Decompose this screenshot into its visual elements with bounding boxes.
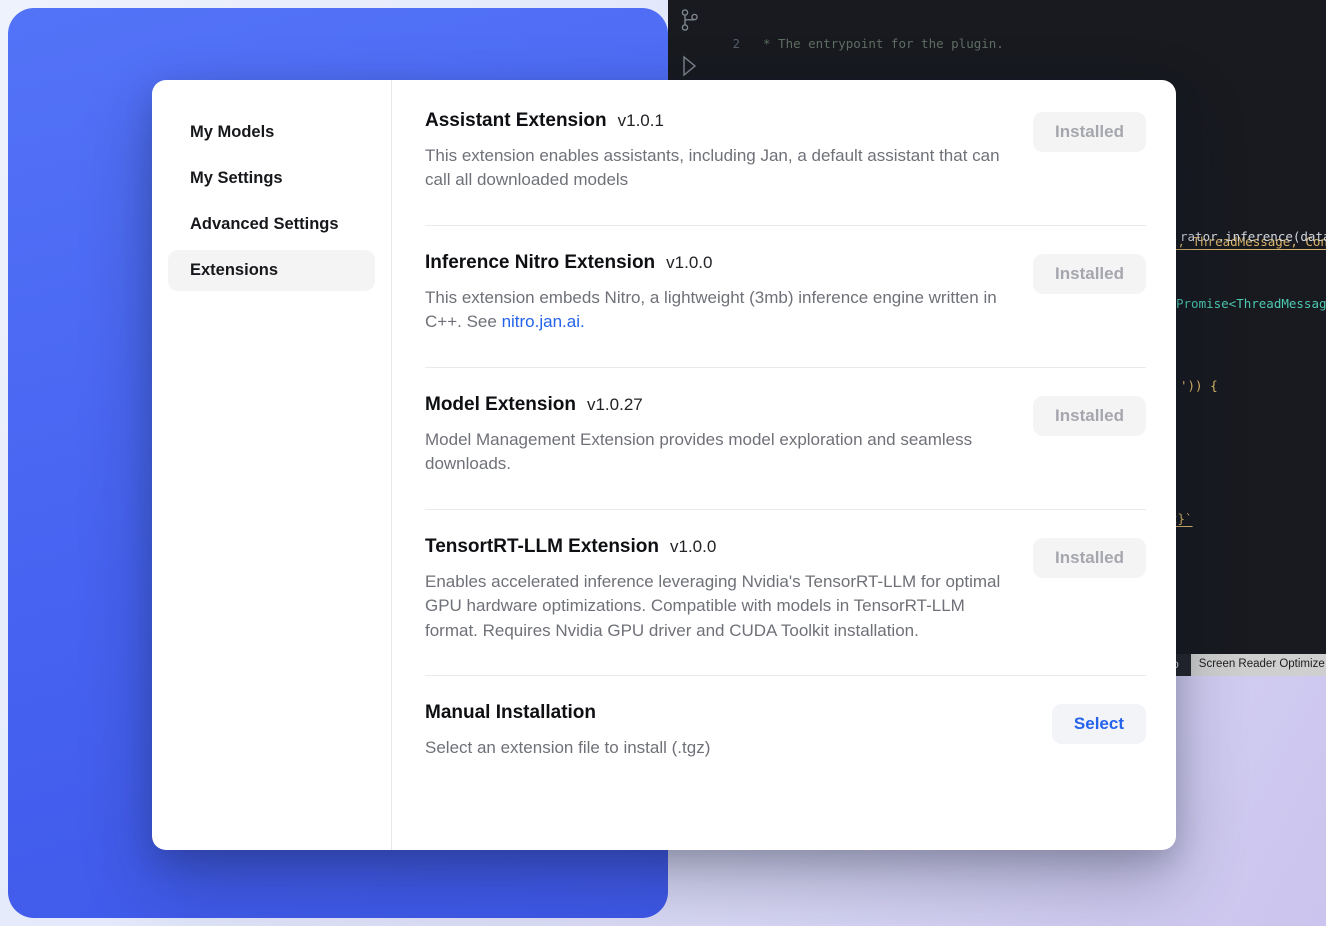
line-number: 2 [718,36,740,53]
manual-installation-title: Manual Installation [425,702,596,724]
extension-description: This extension embeds Nitro, a lightweig… [425,286,1009,335]
extension-name: Model Extension [425,394,576,416]
extension-name: Inference Nitro Extension [425,252,655,274]
extension-info: Model Extension v1.0.27 Model Management… [425,394,1009,477]
screenshot-root: 2 3 4 5 6 * The entrypoint for the plugi… [0,0,1326,926]
assistant-installed-button[interactable]: Installed [1033,112,1146,152]
extension-version: v1.0.27 [587,395,643,415]
git-branch-icon[interactable] [678,8,700,32]
run-debug-icon[interactable] [678,54,700,78]
manual-installation-row: Manual Installation Select an extension … [425,676,1146,792]
code-fragment: rator.inference(data)); [1180,229,1326,246]
extension-row-tensorrt-llm: TensortRT-LLM Extension v1.0.0 Enables a… [425,510,1146,675]
code-fragment: Promise<ThreadMessage> [1176,296,1326,313]
extension-info: TensortRT-LLM Extension v1.0.0 Enables a… [425,536,1009,643]
inference-nitro-installed-button[interactable]: Installed [1033,254,1146,294]
extension-info: Inference Nitro Extension v1.0.0 This ex… [425,252,1009,335]
screen-reader-optimized-chip[interactable]: Screen Reader Optimize [1191,654,1326,676]
manual-install-select-button[interactable]: Select [1052,704,1146,744]
code-fragment: ')) { [1180,378,1218,395]
settings-sidebar: My Models My Settings Advanced Settings … [152,80,391,850]
extensions-list: Assistant Extension v1.0.1 This extensio… [392,80,1176,850]
code-comment: * The entrypoint for the plugin. [756,36,1004,53]
extension-name: Assistant Extension [425,110,607,132]
model-installed-button[interactable]: Installed [1033,396,1146,436]
sidebar-item-my-settings[interactable]: My Settings [168,158,375,199]
tensorrt-llm-installed-button[interactable]: Installed [1033,538,1146,578]
sidebar-item-advanced-settings[interactable]: Advanced Settings [168,204,375,245]
extension-version: v1.0.0 [670,537,716,557]
extension-row-assistant: Assistant Extension v1.0.1 This extensio… [425,90,1146,225]
extension-row-model: Model Extension v1.0.27 Model Management… [425,368,1146,509]
extension-info: Manual Installation Select an extension … [425,702,710,760]
nitro-jan-ai-link[interactable]: nitro.jan.ai. [502,312,585,331]
extension-row-inference-nitro: Inference Nitro Extension v1.0.0 This ex… [425,226,1146,367]
extension-version: v1.0.1 [618,111,664,131]
extension-info: Assistant Extension v1.0.1 This extensio… [425,110,1009,193]
manual-installation-description: Select an extension file to install (.tg… [425,736,710,760]
sidebar-item-extensions[interactable]: Extensions [168,250,375,291]
extension-description: Model Management Extension provides mode… [425,428,1009,477]
settings-modal: My Models My Settings Advanced Settings … [152,80,1176,850]
extension-description: This extension enables assistants, inclu… [425,144,1009,193]
extension-version: v1.0.0 [666,253,712,273]
extension-description: Enables accelerated inference leveraging… [425,570,1009,643]
sidebar-item-my-models[interactable]: My Models [168,112,375,153]
extension-name: TensortRT-LLM Extension [425,536,659,558]
